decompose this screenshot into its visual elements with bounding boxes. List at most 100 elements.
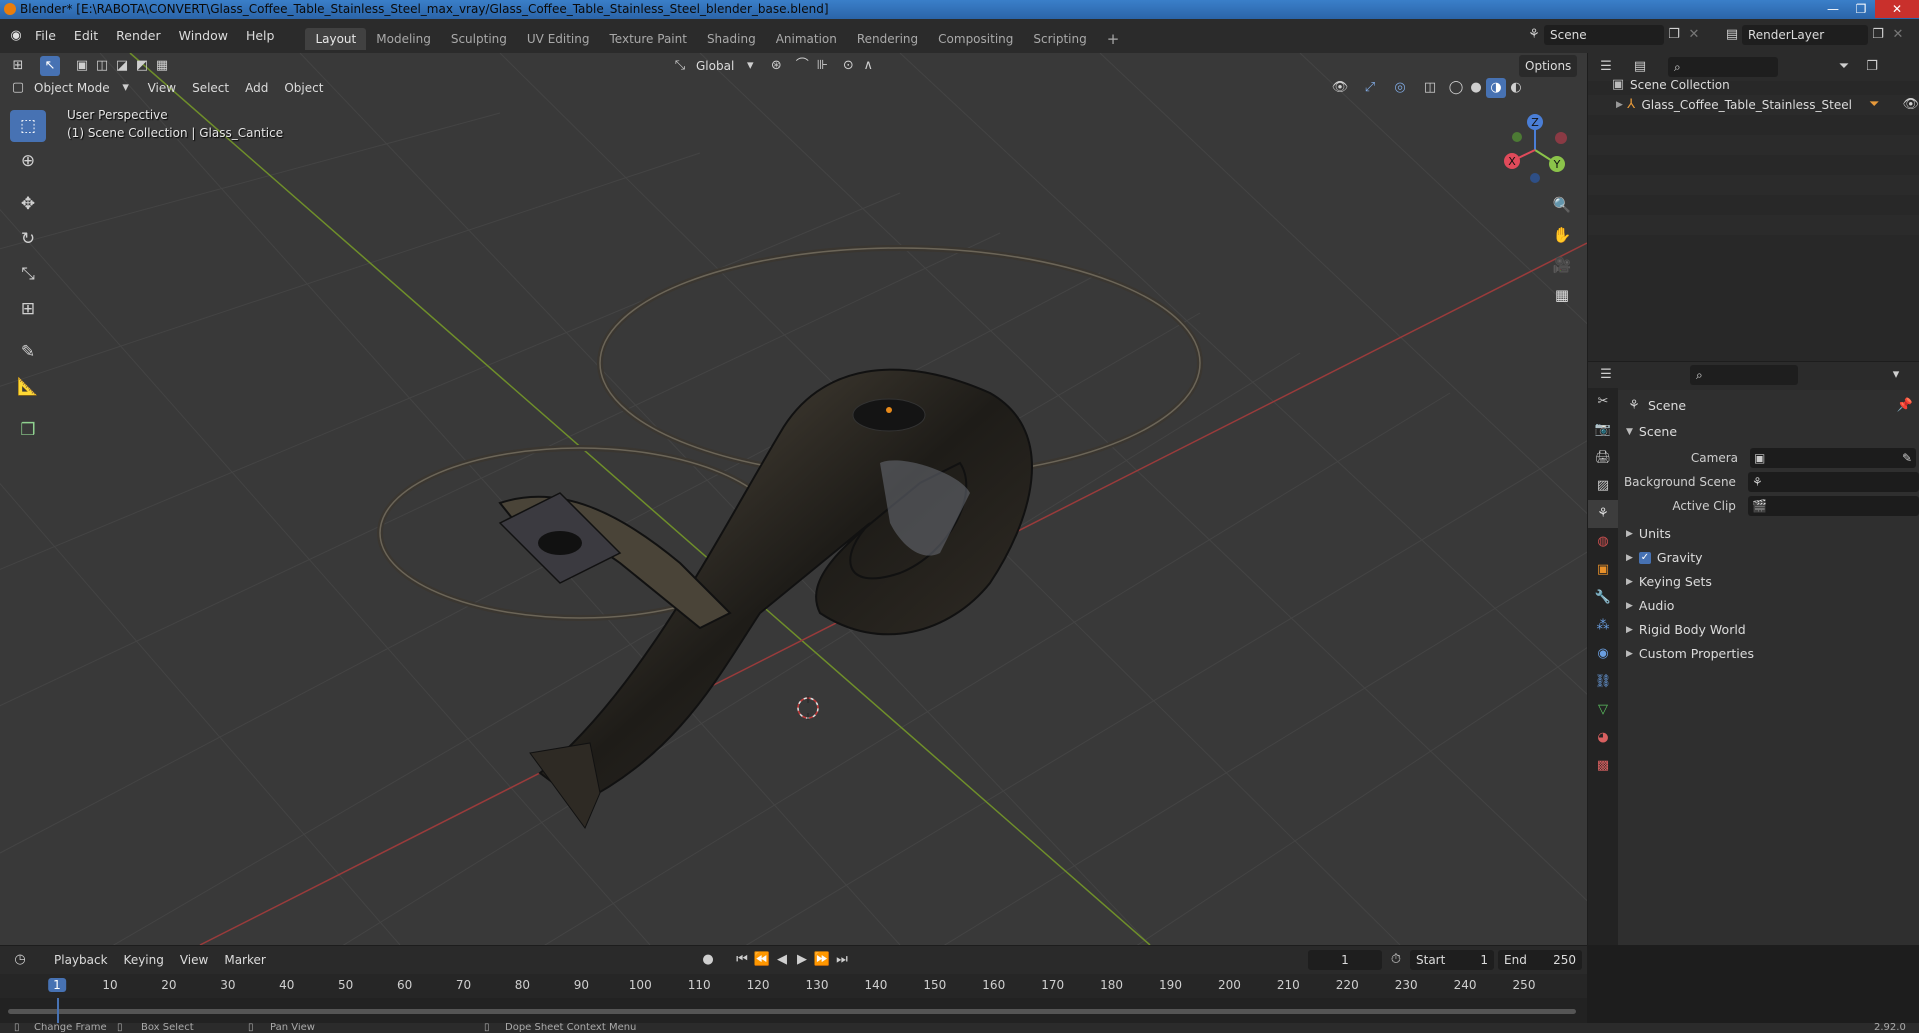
outliner-editor-type-icon[interactable]: ☰ (1596, 57, 1616, 77)
snap-target-icon[interactable]: ⊪ (812, 56, 832, 76)
chevron-down-icon[interactable]: ▾ (1886, 365, 1906, 385)
timeline-scrollbar[interactable] (8, 1009, 1576, 1014)
options-dropdown[interactable]: Options (1519, 55, 1578, 77)
xray-toggle-icon[interactable]: ◫ (1420, 78, 1440, 98)
object-data-filter-icon[interactable]: ⏷ (1866, 95, 1883, 115)
outliner-row-scene-collection[interactable]: ▣ Scene Collection (1588, 75, 1919, 95)
jump-start-icon[interactable]: ⏮ (732, 950, 752, 970)
close-button[interactable]: ✕ (1875, 0, 1919, 18)
timeline-ruler[interactable]: 1 10 20 30 40 50 60 70 80 90 100 110 120 130 140 150 160… (0, 974, 1587, 998)
menu-view[interactable]: View (142, 77, 182, 99)
pan-hand-icon[interactable]: ✋ (1548, 221, 1576, 249)
delete-scene-icon[interactable]: ✕ (1684, 25, 1704, 45)
eyedropper-icon[interactable]: ✎ (1902, 448, 1912, 468)
display-mode-icon[interactable]: ▤ (1630, 57, 1650, 77)
select-subtract-mode-icon[interactable]: ◪ (112, 56, 132, 76)
mode-dropdown[interactable]: Object Mode (28, 77, 116, 99)
tab-shading[interactable]: Shading (697, 28, 766, 50)
snap-toggle-icon[interactable]: ⌒ (792, 56, 812, 76)
select-invert-mode-icon[interactable]: ◩ (132, 56, 152, 76)
properties-editor-type-icon[interactable]: ☰ (1596, 365, 1616, 385)
new-view-layer-icon[interactable]: ❐ (1868, 25, 1888, 45)
camera-field[interactable]: ▣ ✎ (1750, 448, 1916, 468)
navigation-gizmo[interactable]: Z Y X (1495, 110, 1575, 190)
blender-menu-icon[interactable]: ◉ (6, 26, 26, 46)
annotate-tool-icon[interactable]: ✎ (10, 336, 46, 368)
scene-section-header[interactable]: ▼ Scene (1618, 420, 1919, 444)
menu-keying[interactable]: Keying (118, 949, 170, 971)
tab-rendering[interactable]: Rendering (847, 28, 928, 50)
current-frame-field[interactable]: 1 (1308, 950, 1382, 970)
tab-texture-paint[interactable]: Texture Paint (600, 28, 697, 50)
transform-orientation-dropdown[interactable]: Global (690, 55, 740, 77)
end-frame-field[interactable]: End 250 (1498, 950, 1582, 970)
new-scene-icon[interactable]: ❐ (1664, 25, 1684, 45)
tool-tab-icon[interactable]: ✂ (1588, 388, 1618, 416)
world-tab-icon[interactable]: ◍ (1588, 528, 1618, 556)
3d-cursor-icon[interactable] (797, 696, 819, 720)
move-tool-icon[interactable]: ✥ (10, 188, 46, 220)
measure-tool-icon[interactable]: 📐 (10, 371, 46, 403)
jump-next-keyframe-icon[interactable]: ⏩ (812, 950, 832, 970)
view-layer-tab-icon[interactable]: ▨ (1588, 472, 1618, 500)
gravity-checkbox[interactable]: ✓ (1638, 552, 1651, 564)
stopwatch-icon[interactable]: ⏱ (1386, 950, 1406, 970)
select-extend-mode-icon[interactable]: ◫ (92, 56, 112, 76)
particles-tab-icon[interactable]: ⁂ (1588, 612, 1618, 640)
select-intersect-mode-icon[interactable]: ▦ (152, 56, 172, 76)
properties-search-input[interactable]: ⌕ (1690, 365, 1798, 385)
menu-marker[interactable]: Marker (218, 949, 271, 971)
custom-properties-panel-header[interactable]: ▶ Custom Properties (1618, 642, 1919, 666)
scene-tab-icon[interactable]: ⚘ (1588, 500, 1618, 528)
add-cube-tool-icon[interactable]: ❒ (10, 414, 46, 446)
material-tab-icon[interactable]: ◕ (1588, 724, 1618, 752)
jump-prev-keyframe-icon[interactable]: ⏪ (752, 950, 772, 970)
outliner-row-object[interactable]: ▶ ⅄ Glass_Coffee_Table_Stainless_Steel ⏷… (1588, 95, 1919, 115)
proportional-edit-icon[interactable]: ⊙ (838, 56, 858, 76)
wireframe-shading-icon[interactable]: ◯ (1446, 78, 1466, 98)
menu-file[interactable]: File (26, 19, 65, 53)
tab-scripting[interactable]: Scripting (1023, 28, 1096, 50)
overlay-toggle-icon[interactable]: ◎ (1390, 78, 1410, 98)
add-workspace-button[interactable]: + (1097, 28, 1130, 50)
new-collection-icon[interactable]: ❐ (1862, 57, 1882, 77)
pivot-point-icon[interactable]: ⊛ (766, 56, 786, 76)
outliner-search-input[interactable]: ⌕ (1668, 57, 1778, 77)
rendered-shading-icon[interactable]: ◐ (1506, 78, 1526, 98)
keying-sets-panel-header[interactable]: ▶ Keying Sets (1618, 570, 1919, 594)
menu-add[interactable]: Add (239, 77, 274, 99)
tab-modeling[interactable]: Modeling (366, 28, 441, 50)
view-layer-field[interactable]: RenderLayer (1742, 25, 1868, 45)
gravity-panel-header[interactable]: ▶ ✓ Gravity (1618, 546, 1919, 570)
menu-playback[interactable]: Playback (48, 949, 114, 971)
visibility-eye-icon[interactable]: 👁 (1903, 95, 1919, 115)
zoom-icon[interactable]: 🔍 (1548, 191, 1576, 219)
material-preview-shading-icon[interactable]: ◑ (1486, 78, 1506, 98)
physics-tab-icon[interactable]: ◉ (1588, 640, 1618, 668)
transform-tool-icon[interactable]: ⊞ (10, 293, 46, 325)
rotate-tool-icon[interactable]: ↻ (10, 223, 46, 255)
scene-name-field[interactable]: Scene (1544, 25, 1664, 45)
expand-arrow-icon[interactable]: ▶ (1616, 95, 1623, 115)
tab-sculpting[interactable]: Sculpting (441, 28, 517, 50)
jump-end-icon[interactable]: ⏭ (832, 950, 852, 970)
audio-panel-header[interactable]: ▶ Audio (1618, 594, 1919, 618)
render-tab-icon[interactable]: 📷 (1588, 416, 1618, 444)
select-tool-icon[interactable]: ↖ (40, 56, 60, 76)
minimize-button[interactable]: — (1819, 0, 1847, 18)
menu-edit[interactable]: Edit (65, 19, 107, 53)
play-reverse-icon[interactable]: ◀ (772, 950, 792, 970)
menu-object[interactable]: Object (278, 77, 329, 99)
menu-timeline-view[interactable]: View (174, 949, 214, 971)
units-panel-header[interactable]: ▶ Units (1618, 522, 1919, 546)
object-tab-icon[interactable]: ▣ (1588, 556, 1618, 584)
tab-layout[interactable]: Layout (305, 28, 367, 50)
scene-icon[interactable]: ⚘ (1524, 25, 1544, 45)
3d-viewport[interactable] (0, 53, 1587, 945)
filter-icon[interactable]: ⏷ (1834, 57, 1854, 77)
auto-keying-record-icon[interactable]: ● (698, 950, 718, 970)
scale-tool-icon[interactable]: ⤡ (10, 258, 46, 290)
ortho-grid-icon[interactable]: ▦ (1548, 281, 1576, 309)
rigid-body-world-panel-header[interactable]: ▶ Rigid Body World (1618, 618, 1919, 642)
background-scene-field[interactable]: ⚘ (1747, 472, 1919, 492)
